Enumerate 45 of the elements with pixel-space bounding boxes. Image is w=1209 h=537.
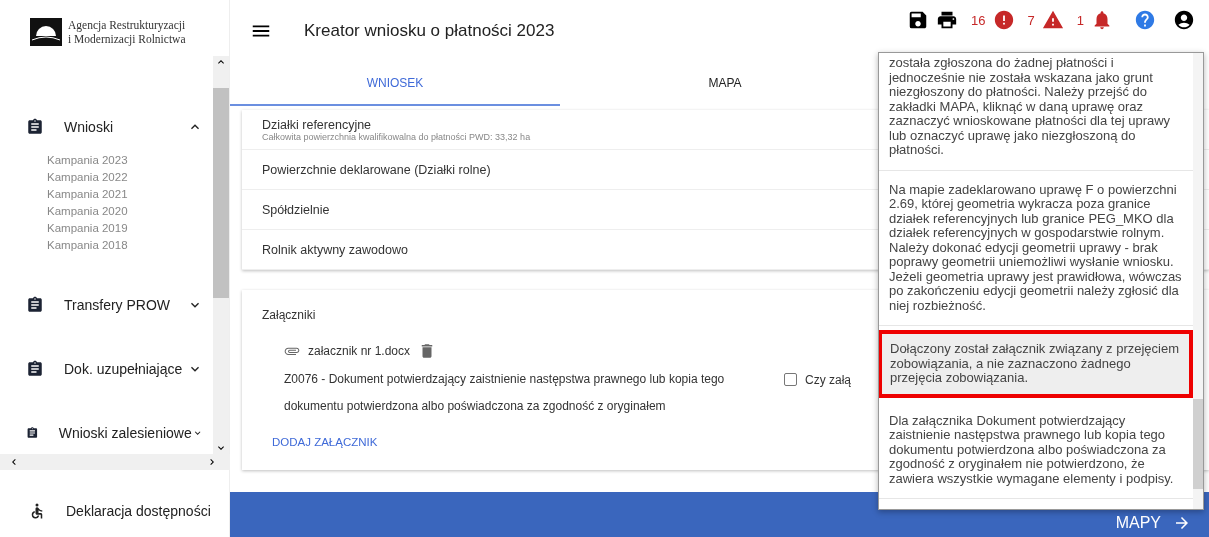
vertical-scrollbar[interactable] bbox=[213, 56, 229, 454]
menu-item[interactable]: Wnioski bbox=[0, 112, 213, 142]
attachment-description: Z0076 - Dokument potwierdzający zaistnienie następstwa prawnego lub kopia tego dokumentu potwierdzona albo poświadczona za zgodność z oryginałem bbox=[284, 371, 726, 415]
section-title[interactable]: Spółdzielnie bbox=[262, 202, 330, 217]
submenu-item[interactable]: Kampania 2023 bbox=[0, 152, 213, 169]
menu-item[interactable]: Wnioski zalesieniowe bbox=[0, 418, 213, 448]
menu-item[interactable]: Dok. uzupełniające bbox=[0, 354, 213, 384]
accessibility-link[interactable]: Deklaracja dostępności bbox=[66, 503, 211, 519]
submenu-item[interactable]: Kampania 2021 bbox=[0, 186, 213, 203]
printer-icon[interactable] bbox=[936, 9, 959, 31]
go-to-map-button[interactable]: MAPY bbox=[1109, 513, 1197, 533]
section-title[interactable]: Rolnik aktywny zawodowo bbox=[262, 242, 408, 257]
submenu-item[interactable]: Kampania 2022 bbox=[0, 169, 213, 186]
agency-logo bbox=[30, 18, 62, 46]
validation-message[interactable]: Na mapie zadeklarowano uprawę F o powierzchni 2.69, której geometria wykracza poza granice działek referencyjnych lub granice PEG_MKO dla działek referencyjnych w gospodarstwie rolnym. Należy dokonać edycji geometrii uprawy - brak poprawy geometrii uniemożliwi wysłanie wniosku. Jeżeli geometria uprawy jest prawidłowa, wówczas po zakończeniu edycji geometrii należy zgłosić dla niej rozbieżność. bbox=[879, 170, 1193, 326]
submenu-item[interactable]: Kampania 2019 bbox=[0, 220, 213, 237]
clipboard-icon bbox=[26, 360, 44, 378]
menu-item[interactable]: Transfery PROW bbox=[0, 290, 213, 320]
add-attachment-button[interactable]: DODAJ ZAŁĄCZNIK bbox=[272, 436, 378, 448]
confirm-checkbox[interactable]: Czy załą bbox=[784, 366, 851, 393]
counter: 1 bbox=[1076, 12, 1084, 28]
submenu-item[interactable]: Kampania 2020 bbox=[0, 203, 213, 220]
tab[interactable]: WNIOSEK bbox=[230, 62, 560, 106]
account-icon[interactable] bbox=[1173, 9, 1195, 31]
validation-message[interactable]: została zgłoszona do żadnej płatności i jednocześnie nie została wskazana jako grunt niezgłoszony do płatności. Należy przejść do zakładki MAPA, kliknąć w daną uprawę oraz zaznaczyć wnioskowane płatności dla tej uprawy lub oznaczyć uprawę jako niezgłoszoną do płatności. bbox=[879, 53, 1193, 171]
help-icon[interactable] bbox=[1134, 9, 1156, 31]
clipboard-icon bbox=[26, 296, 44, 314]
validation-message[interactable]: Dołączony został załącznik związany z przejęciem zobowiązania, a nie zaznaczono żadnego przejęcia zobowiązania. bbox=[879, 330, 1193, 398]
popup-scrollbar[interactable] bbox=[1193, 53, 1203, 509]
file-name[interactable]: załacznik nr 1.docx bbox=[308, 344, 411, 358]
arrow-right-icon bbox=[1173, 514, 1191, 532]
clipboard-icon bbox=[26, 118, 44, 136]
counter: 16 bbox=[971, 12, 986, 28]
section-title: Załączniki bbox=[262, 308, 316, 322]
page-title: Kreator wniosku o płatności 2023 bbox=[304, 21, 556, 41]
section-title[interactable]: Działki referencyjne bbox=[262, 117, 372, 132]
warning-icon[interactable] bbox=[1041, 9, 1064, 31]
submenu-item[interactable]: Kampania 2018 bbox=[0, 237, 213, 254]
section-title[interactable]: Powierzchnie deklarowane (Działki rolne) bbox=[262, 162, 491, 177]
section-subtitle: Całkowita powierzchnia kwalifikowalna do płatności PWD: 33,32 ha bbox=[262, 131, 531, 142]
logo-text: Agencja Restrukturyzacji i Modernizacji Rolnictwa bbox=[68, 18, 186, 46]
horizontal-scrollbar[interactable] bbox=[0, 454, 230, 470]
counter: 7 bbox=[1027, 12, 1035, 28]
error-icon[interactable] bbox=[992, 9, 1015, 31]
validation-message[interactable]: Dla załącznika Dokument potwierdzający zaistnienie następstwa prawnego lub kopia tego dokumentu potwierdzona albo poświadczona za zgodność z oryginałem nie potwierdzono, że zawiera wszystkie wymagane elementy i podpisy. bbox=[879, 401, 1193, 499]
